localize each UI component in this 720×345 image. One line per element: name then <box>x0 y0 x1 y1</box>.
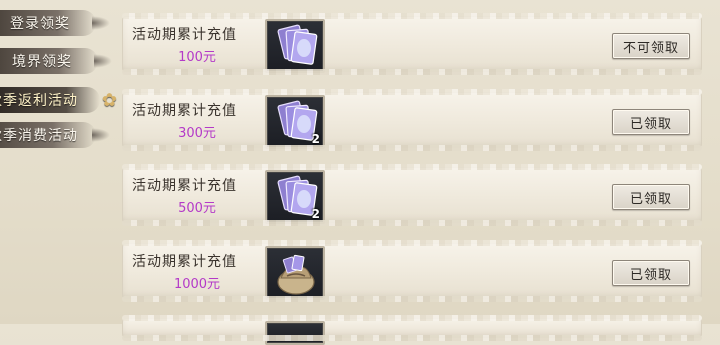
flower-decoration-icon: ✿ <box>101 90 118 111</box>
item-slot-partial <box>265 321 325 345</box>
purple-card-stack-icon[interactable]: 2 <box>265 95 325 149</box>
purple-card-stack-icon[interactable] <box>265 19 325 73</box>
purple-card-stack-icon[interactable]: 2 <box>265 170 325 224</box>
nav-item-label: 登录领奖 <box>10 16 70 32</box>
item-quantity: 2 <box>311 132 320 146</box>
nav-item-autumn-rebate[interactable]: 秋季返利活动 ✿ <box>0 87 117 113</box>
nav-item-realm-reward[interactable]: 境界领奖 <box>0 48 112 74</box>
reward-amount: 300元 <box>178 126 216 141</box>
reward-title: 活动期累计充值 <box>132 178 237 194</box>
brush-decoration <box>94 54 112 68</box>
reward-title: 活动期累计充值 <box>132 103 237 119</box>
reward-title: 活动期累计充值 <box>132 27 237 43</box>
claim-button[interactable]: 不可领取 <box>612 33 690 59</box>
nav-item-label: 秋季返利活动 <box>0 93 78 109</box>
reward-amount: 1000元 <box>173 277 221 292</box>
nav-item-label: 秋季消费活动 <box>0 128 78 144</box>
reward-card: 活动期累计充值 1000元 已领取 <box>122 240 702 302</box>
reward-card: 活动期累计充值 300元 2 已领取 <box>122 89 702 151</box>
side-nav: 登录领奖 境界领奖 秋季返利活动 ✿ 秋季消费活动 <box>0 0 117 324</box>
brush-decoration <box>92 16 110 30</box>
claimed-button[interactable]: 已领取 <box>612 184 690 210</box>
nav-item-autumn-spend[interactable]: 秋季消费活动 <box>0 122 110 148</box>
claimed-button[interactable]: 已领取 <box>612 260 690 286</box>
treasure-pouch-icon[interactable] <box>265 246 325 300</box>
item-quantity: 2 <box>311 207 320 221</box>
reward-amount: 500元 <box>178 201 216 216</box>
reward-card: 活动期累计充值 500元 2 已领取 <box>122 164 702 226</box>
nav-item-label: 境界领奖 <box>12 54 72 70</box>
nav-item-login-reward[interactable]: 登录领奖 <box>0 10 110 36</box>
reward-amount: 100元 <box>178 50 216 65</box>
brush-decoration <box>92 128 110 142</box>
claimed-button[interactable]: 已领取 <box>612 109 690 135</box>
reward-title: 活动期累计充值 <box>132 254 237 270</box>
reward-card: 活动期累计充值 100元 不可领取 <box>122 13 702 75</box>
reward-card-partial <box>122 315 702 345</box>
